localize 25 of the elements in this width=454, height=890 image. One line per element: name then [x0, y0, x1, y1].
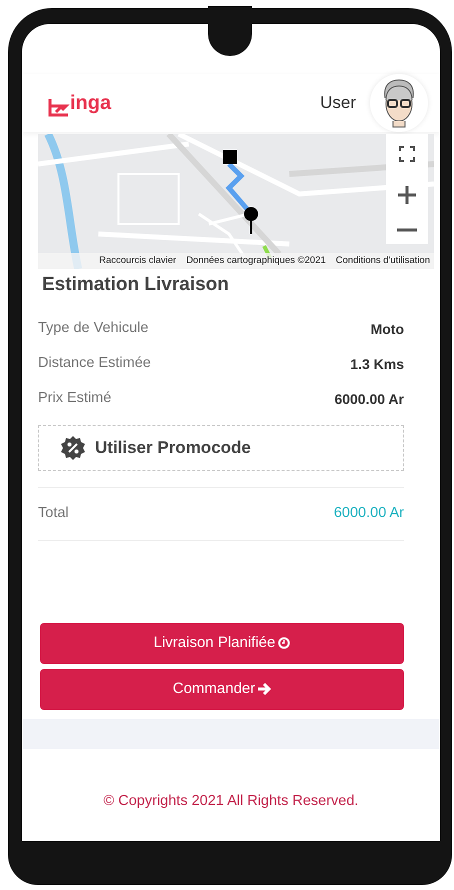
map-attribution-link[interactable]: Conditions d'utilisation	[336, 254, 430, 268]
zoom-in-icon[interactable]	[397, 184, 417, 205]
logo-text: inga	[70, 91, 112, 116]
row-label: Distance Estimée	[38, 354, 151, 374]
row-value: 6000.00 Ar	[334, 390, 404, 408]
row-label: Prix Estimé	[38, 389, 112, 408]
map-attribution-link[interactable]: Données cartographiques ©2021	[186, 254, 326, 268]
row-value: Moto	[370, 320, 404, 338]
user-name: User	[320, 92, 356, 114]
fullscreen-icon[interactable]	[399, 146, 415, 162]
row-value: 1.3 Kms	[350, 354, 404, 374]
arrow-right-icon	[258, 683, 272, 695]
map-attribution-link[interactable]: Raccourcis clavier	[99, 254, 176, 268]
total-value: 6000.00 Ar	[334, 504, 404, 523]
row-label: Type de Vehicule	[38, 319, 148, 338]
total-label: Total	[38, 504, 69, 523]
action-button[interactable]: Commander	[40, 668, 404, 710]
logo-icon	[48, 98, 70, 118]
section-title: Estimation Livraison	[42, 273, 230, 297]
promocode-button[interactable]: Utiliser Promocode	[38, 424, 404, 470]
action-button[interactable]: Livraison Planifiée	[40, 622, 404, 664]
discount-badge-icon	[61, 436, 85, 460]
copyright-text: © Copyrights 2021 All Rights Reserved.	[102, 792, 360, 810]
zoom-out-icon[interactable]	[397, 228, 417, 232]
clock-icon	[278, 637, 290, 649]
